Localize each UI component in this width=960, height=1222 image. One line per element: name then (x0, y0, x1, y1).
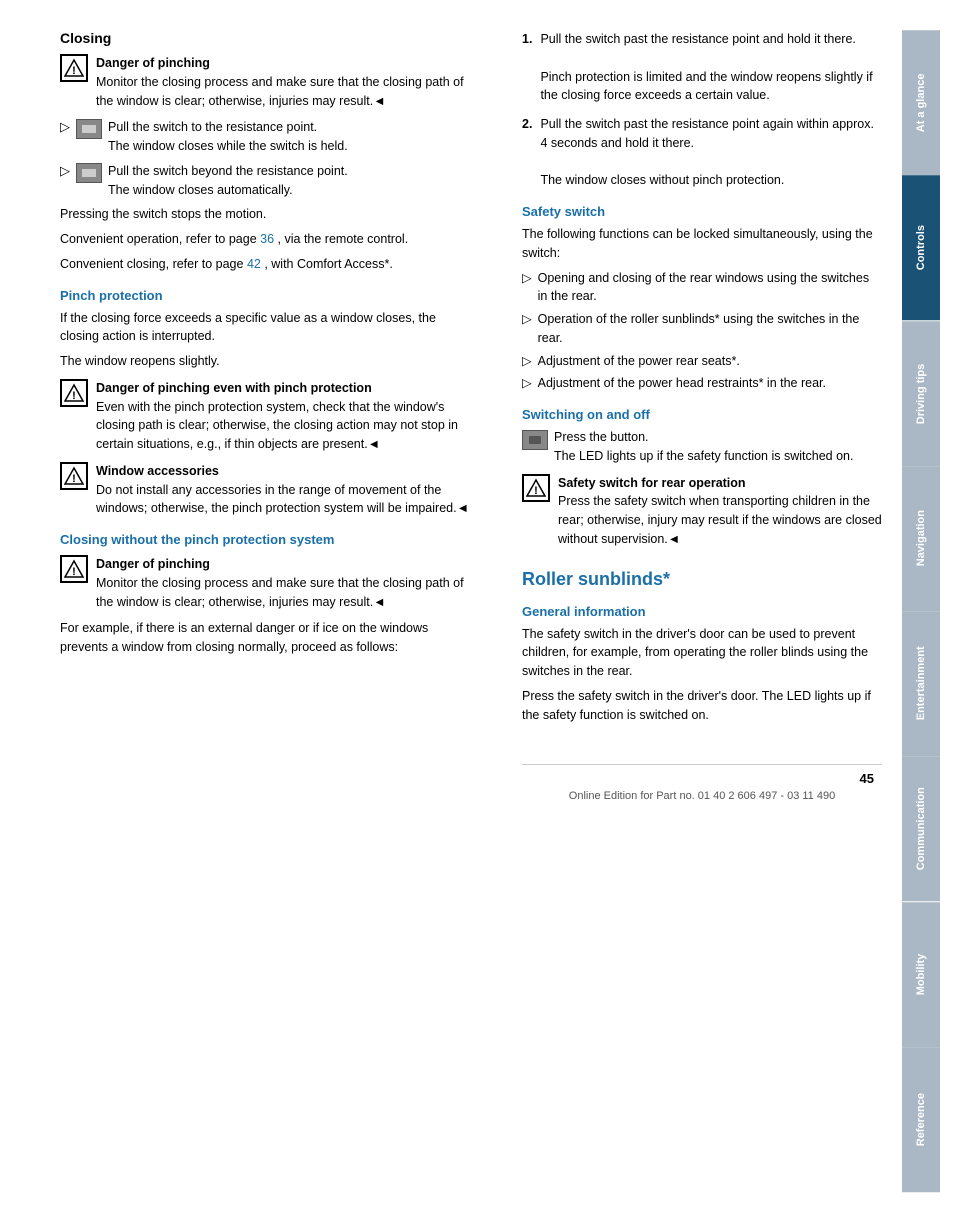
page-footer: 45 (522, 764, 882, 786)
warning-text-4: Danger of pinching Monitor the closing p… (96, 555, 472, 611)
warning-text-1: Danger of pinching Monitor the closing p… (96, 54, 472, 110)
instruction-text-1: Pull the switch to the resistance point.… (108, 118, 348, 156)
instruction-row-1: ▷ Pull the switch to the resistance poin… (60, 118, 472, 156)
closing-without-p1: For example, if there is an external dan… (60, 619, 472, 657)
convenient-2: Convenient closing, refer to page 42 , w… (60, 255, 472, 274)
step-2-text: Pull the switch past the resistance poin… (540, 117, 874, 150)
convenient-1: Convenient operation, refer to page 36 ,… (60, 230, 472, 249)
sidebar-tab-controls[interactable]: Controls (902, 175, 940, 320)
press-stop: Pressing the switch stops the motion. (60, 205, 472, 224)
step-2-note: The window closes without pinch protecti… (540, 173, 784, 187)
sidebar-tab-driving-tips[interactable]: Driving tips (902, 321, 940, 466)
step-2: 2. Pull the switch past the resistance p… (522, 115, 882, 190)
instruction-row-2: ▷ Pull the switch beyond the resistance … (60, 162, 472, 200)
sidebar-tab-entertainment[interactable]: Entertainment (902, 611, 940, 756)
step-2-num: 2. (522, 115, 532, 190)
safety-items-list: ▷ Opening and closing of the rear window… (522, 269, 882, 394)
step-1: 1. Pull the switch past the resistance p… (522, 30, 882, 105)
sidebar-tab-communication[interactable]: Communication (902, 756, 940, 901)
switch-instruction-row: Press the button. The LED lights up if t… (522, 428, 882, 466)
safety-switch-heading: Safety switch (522, 204, 882, 219)
arrow-icon-1: ▷ (60, 119, 70, 135)
safety-p1: The following functions can be locked si… (522, 225, 882, 263)
general-info-heading: General information (522, 604, 882, 619)
arrow-safety-1: ▷ (522, 269, 532, 307)
roller-section: Roller sunblinds* General information Th… (522, 569, 882, 725)
pinch-p1: If the closing force exceeds a specific … (60, 309, 472, 347)
closing-without-heading: Closing without the pinch protection sys… (60, 532, 472, 547)
page-number: 45 (860, 771, 874, 786)
steps-list: 1. Pull the switch past the resistance p… (522, 30, 882, 190)
closing-heading: Closing (60, 30, 472, 46)
step-1-num: 1. (522, 30, 532, 105)
svg-text:!: ! (72, 390, 76, 402)
sidebar: At a glance Controls Driving tips Naviga… (902, 30, 940, 1192)
footer-text: Online Edition for Part no. 01 40 2 606 … (522, 790, 882, 802)
svg-text:!: ! (72, 566, 76, 578)
safety-item-2: ▷ Operation of the roller sunblinds* usi… (522, 310, 882, 348)
warning-icon-5: ! (522, 474, 550, 502)
button-icon-1 (522, 430, 548, 450)
step-1-text: Pull the switch past the resistance poin… (540, 32, 855, 46)
page-link-42[interactable]: 42 (247, 257, 261, 271)
roller-heading: Roller sunblinds* (522, 569, 882, 590)
warning-box-2: ! Danger of pinching even with pinch pro… (60, 379, 472, 454)
warning-icon-1: ! (60, 54, 88, 82)
warning-box-3: ! Window accessories Do not install any … (60, 462, 472, 518)
step-1-note: Pinch protection is limited and the wind… (540, 70, 872, 103)
switch-icon-1 (76, 119, 102, 139)
sidebar-tab-at-a-glance[interactable]: At a glance (902, 30, 940, 175)
switch-instruction-text: Press the button. The LED lights up if t… (554, 428, 853, 466)
safety-item-1: ▷ Opening and closing of the rear window… (522, 269, 882, 307)
left-column: Closing ! Danger of pinching Monitor the… (60, 30, 472, 1192)
general-p1: The safety switch in the driver's door c… (522, 625, 882, 681)
switch-icon-2 (76, 163, 102, 183)
switching-heading: Switching on and off (522, 407, 882, 422)
arrow-safety-2: ▷ (522, 310, 532, 348)
warning-icon-2: ! (60, 379, 88, 407)
general-p2: Press the safety switch in the driver's … (522, 687, 882, 725)
sidebar-tab-navigation[interactable]: Navigation (902, 466, 940, 611)
pinch-p2: The window reopens slightly. (60, 352, 472, 371)
main-content: Closing ! Danger of pinching Monitor the… (0, 0, 960, 1222)
warning-box-1: ! Danger of pinching Monitor the closing… (60, 54, 472, 110)
arrow-icon-2: ▷ (60, 163, 70, 179)
pinch-protection-heading: Pinch protection (60, 288, 472, 303)
instruction-text-2: Pull the switch beyond the resistance po… (108, 162, 348, 200)
warning-text-5: Safety switch for rear operation Press t… (558, 474, 882, 549)
page-link-36[interactable]: 36 (260, 232, 274, 246)
arrow-safety-3: ▷ (522, 352, 532, 371)
svg-text:!: ! (72, 65, 76, 77)
warning-icon-3: ! (60, 462, 88, 490)
safety-item-4: ▷ Adjustment of the power head restraint… (522, 374, 882, 393)
warning-text-3: Window accessories Do not install any ac… (96, 462, 472, 518)
warning-box-4: ! Danger of pinching Monitor the closing… (60, 555, 472, 611)
sidebar-tab-reference[interactable]: Reference (902, 1047, 940, 1192)
safety-item-3: ▷ Adjustment of the power rear seats*. (522, 352, 882, 371)
warning-box-5: ! Safety switch for rear operation Press… (522, 474, 882, 549)
arrow-safety-4: ▷ (522, 374, 532, 393)
sidebar-tab-mobility[interactable]: Mobility (902, 902, 940, 1047)
svg-text:!: ! (534, 485, 538, 497)
svg-text:!: ! (72, 473, 76, 485)
warning-text-2: Danger of pinching even with pinch prote… (96, 379, 472, 454)
right-column: 1. Pull the switch past the resistance p… (492, 30, 882, 1192)
warning-icon-4: ! (60, 555, 88, 583)
